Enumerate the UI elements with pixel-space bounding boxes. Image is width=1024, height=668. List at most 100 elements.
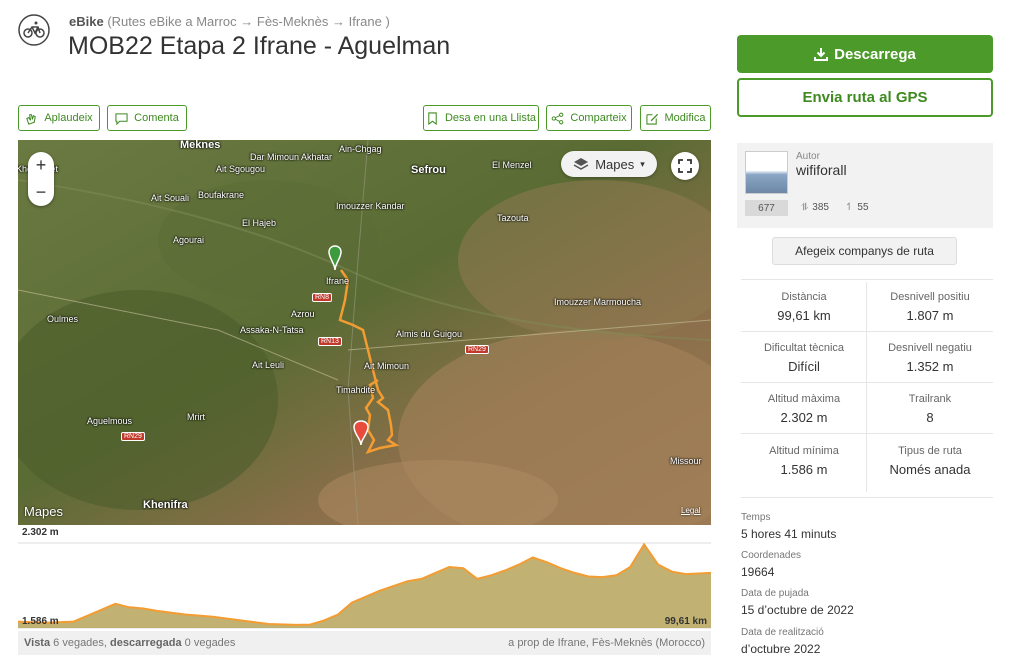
- stat-label: Distància: [781, 291, 827, 303]
- zoom-in-button[interactable]: +: [36, 155, 47, 176]
- edit-icon: [645, 113, 658, 125]
- map-label: Ain-Chgag: [339, 144, 382, 154]
- clap-icon: [26, 113, 37, 125]
- meta-value: 15 d’octubre de 2022: [741, 603, 854, 617]
- map-label: El Hajeb: [242, 218, 277, 228]
- share-button[interactable]: Comparteix: [546, 105, 632, 131]
- stat-distance: Distància 99,61 km: [741, 291, 867, 323]
- map-label: Meknes: [180, 140, 221, 151]
- stat-label: Tipus de ruta: [898, 445, 962, 457]
- applaud-button[interactable]: Aplaudeix: [18, 105, 100, 131]
- elevation-min-label: 1.586 m: [22, 616, 59, 627]
- stat-value: 99,61 km: [777, 308, 831, 323]
- author-followers: ⥮ 385: [801, 202, 829, 213]
- zoom-control: + −: [28, 152, 54, 206]
- stat-label: Altitud màxima: [767, 393, 841, 405]
- divider: [741, 331, 993, 332]
- road-badge: RN8: [312, 293, 333, 302]
- save-list-button[interactable]: Desa en una Llista: [423, 105, 539, 131]
- map-label: Boufakrane: [198, 190, 245, 200]
- stat-value: 2.302 m: [780, 410, 828, 425]
- map-type-label: Mapes: [595, 156, 635, 172]
- stat-value: 8: [926, 410, 934, 425]
- route-footer: Vista 6 vegades, descarregada 0 vegades …: [18, 631, 711, 655]
- map-label: Mrirt: [187, 412, 205, 422]
- chevron-down-icon: ▾: [640, 158, 645, 169]
- author-name[interactable]: wififorall: [796, 162, 847, 178]
- divider: [741, 433, 993, 434]
- location-text[interactable]: a prop de Ifrane, Fès-Meknès (Morocco): [508, 637, 705, 649]
- download-icon: [814, 48, 829, 61]
- add-companions-button[interactable]: Afegeix companys de ruta: [772, 237, 957, 265]
- comment-icon: [115, 112, 128, 125]
- edit-button[interactable]: Modifica: [640, 105, 711, 131]
- save-list-label: Desa en una Llista: [444, 112, 537, 124]
- map-label: Tazouta: [497, 213, 529, 223]
- map-type-selector[interactable]: Mapes ▾: [561, 151, 657, 177]
- stat-trailrank: Trailrank 8: [867, 393, 993, 425]
- elevation-area: [18, 544, 711, 628]
- elevation-max-label: 2.302 m: [22, 527, 59, 538]
- followers-icon: ⥮: [801, 202, 809, 213]
- map-label: Ait Mimoun: [364, 361, 410, 371]
- stat-value: Difícil: [788, 359, 820, 374]
- category-link[interactable]: eBike: [69, 14, 104, 29]
- author-following: ↿ 55: [845, 202, 869, 213]
- fullscreen-icon: [678, 159, 692, 173]
- meta-time: Temps 5 hores 41 minuts: [741, 512, 836, 541]
- share-icon: [552, 112, 564, 124]
- stat-label: Dificultat tècnica: [763, 342, 845, 354]
- divider: [741, 382, 993, 383]
- zoom-out-button[interactable]: −: [36, 182, 47, 203]
- stat-value: 1.807 m: [906, 308, 954, 323]
- page-title: MOB22 Etapa 2 Ifrane - Aguelman: [68, 32, 451, 60]
- download-button[interactable]: Descarrega: [737, 35, 993, 73]
- map-label: Ait Sgougou: [216, 164, 266, 174]
- map-label: Sefrou: [411, 164, 446, 176]
- stat-value: 1.586 m: [780, 462, 828, 477]
- map-label: Ait Leuli: [252, 360, 285, 370]
- stat-elevation-gain: Desnivell positiu 1.807 m: [867, 291, 993, 323]
- meta-value: d’octubre 2022: [741, 642, 821, 656]
- route-map[interactable]: Meknes Dar Mimoun Akhatar Ain-Chgag Sefr…: [18, 140, 711, 525]
- meta-recorded-date: Data de realització d’octubre 2022: [741, 627, 824, 656]
- map-provider-label: Mapes: [24, 504, 64, 519]
- stat-value: Només anada: [889, 462, 971, 477]
- breadcrumb-path[interactable]: (Rutes eBike a Marroc → Fès-Meknès → Ifr…: [107, 14, 389, 29]
- meta-label: Data de pujada: [741, 588, 809, 599]
- meta-label: Coordenades: [741, 550, 802, 561]
- fullscreen-button[interactable]: [671, 152, 699, 180]
- layers-icon: [573, 158, 589, 170]
- stat-max-altitude: Altitud màxima 2.302 m: [741, 393, 867, 425]
- map-label: Khenifra: [143, 499, 188, 511]
- meta-value: 19664: [741, 565, 775, 579]
- applaud-label: Aplaudeix: [44, 112, 93, 124]
- share-label: Comparteix: [570, 112, 627, 124]
- meta-label: Temps: [741, 512, 771, 523]
- map-label: Oulmes: [47, 314, 79, 324]
- stat-label: Altitud mínima: [769, 445, 839, 457]
- stat-route-type: Tipus de ruta Només anada: [867, 445, 993, 477]
- stat-difficulty: Dificultat tècnica Difícil: [741, 342, 867, 374]
- download-label: Descarrega: [834, 45, 916, 63]
- elevation-distance-label: 99,61 km: [664, 616, 707, 627]
- send-gps-button[interactable]: Envia ruta al GPS: [737, 78, 993, 117]
- stat-label: Desnivell positiu: [890, 291, 970, 303]
- meta-coordinates: Coordenades 19664: [741, 550, 801, 579]
- downloads-label: descarregada: [110, 637, 182, 649]
- road-badge: RN29: [121, 432, 145, 441]
- following-value: 55: [857, 202, 869, 213]
- meta-value: 5 hores 41 minuts: [741, 527, 837, 541]
- author-avatar[interactable]: [745, 151, 788, 194]
- legal-link[interactable]: Legal: [681, 506, 701, 515]
- stat-elevation-loss: Desnivell negatiu 1.352 m: [867, 342, 993, 374]
- author-trails-count: 677: [745, 200, 788, 216]
- breadcrumb: eBike (Rutes eBike a Marroc → Fès-Meknès…: [69, 14, 390, 29]
- map-label: Timahdite: [336, 385, 376, 395]
- elevation-chart[interactable]: 2.302 m 1.586 m 99,61 km: [17, 525, 712, 631]
- road-badge: RN29: [465, 345, 489, 354]
- comment-label: Comenta: [134, 112, 179, 124]
- edit-label: Modifica: [664, 112, 706, 124]
- divider: [741, 497, 993, 498]
- comment-button[interactable]: Comenta: [107, 105, 187, 131]
